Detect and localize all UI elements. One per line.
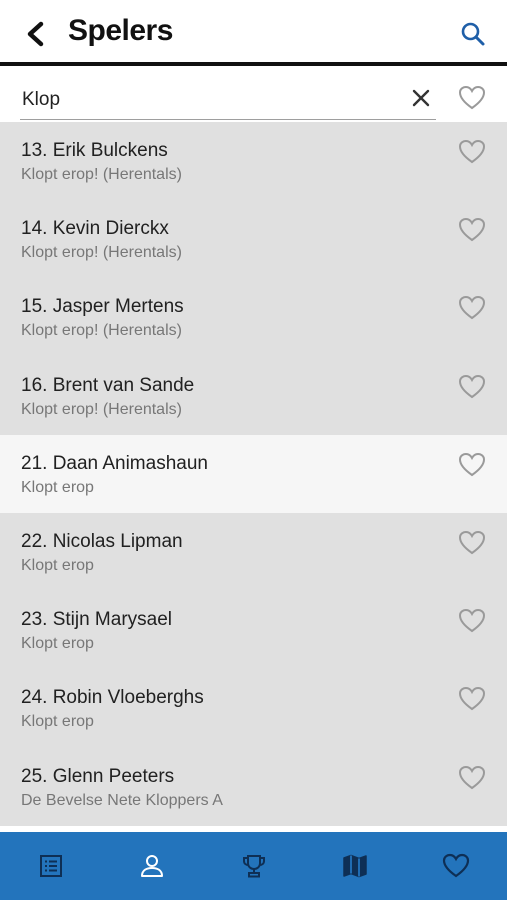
favorite-toggle-button[interactable] <box>456 762 488 794</box>
player-team: Klopt erop! (Herentals) <box>21 166 182 183</box>
player-team: De Bevelse Nete Kloppers A <box>21 791 223 809</box>
player-row[interactable]: 25. Glenn Peeters De Bevelse Nete Kloppe… <box>0 747 507 826</box>
map-icon <box>343 854 367 878</box>
player-name: 24. Robin Vloeberghs <box>21 687 204 709</box>
favorite-toggle-button[interactable] <box>456 527 488 559</box>
app-header: Spelers <box>0 0 507 66</box>
heart-outline-icon <box>458 218 486 242</box>
player-team: Klopt erop! (Herentals) <box>21 400 182 418</box>
player-row[interactable]: 13. Erik Bulckens Klopt erop! (Herentals… <box>0 122 507 201</box>
heart-outline-icon <box>458 296 486 320</box>
player-name: 25. Glenn Peeters <box>21 765 175 787</box>
nav-tab-favorites[interactable] <box>406 832 507 900</box>
heart-outline-icon <box>458 452 486 476</box>
back-button[interactable] <box>18 16 52 52</box>
heart-outline-icon <box>458 85 486 110</box>
favorite-toggle-button[interactable] <box>456 683 488 715</box>
favorite-toggle-button[interactable] <box>456 371 488 403</box>
player-name: 16. Brent van Sande <box>21 374 195 396</box>
heart-outline-icon <box>458 609 486 633</box>
nav-tab-players[interactable] <box>101 832 202 900</box>
player-name: 14. Kevin Dierckx <box>21 218 169 240</box>
player-list: 13. Erik Bulckens Klopt erop! (Herentals… <box>0 122 507 832</box>
person-icon <box>141 855 164 877</box>
favorite-toggle-button[interactable] <box>456 214 488 246</box>
search-icon <box>461 22 485 46</box>
player-team: Klopt erop <box>21 713 94 731</box>
player-row[interactable]: 14. Kevin Dierckx Klopt erop! (Herentals… <box>0 200 507 279</box>
page-title: Spelers <box>68 14 173 47</box>
player-name: 22. Nicolas Lipman <box>21 530 183 552</box>
player-name: 13. Erik Bulckens <box>21 140 168 161</box>
player-row[interactable]: 15. Jasper Mertens Klopt erop! (Herental… <box>0 278 507 357</box>
favorites-filter-button[interactable] <box>454 80 490 116</box>
heart-outline-icon <box>458 139 486 164</box>
search-button[interactable] <box>457 18 489 50</box>
heart-outline-icon <box>458 765 486 789</box>
favorite-toggle-button[interactable] <box>456 292 488 324</box>
list-icon <box>39 855 62 877</box>
heart-outline-icon <box>458 374 486 398</box>
favorite-toggle-button[interactable] <box>456 136 488 168</box>
close-icon <box>412 89 430 107</box>
trophy-icon <box>242 855 265 878</box>
nav-tab-map[interactable] <box>304 832 405 900</box>
nav-tab-schedule[interactable] <box>0 832 101 900</box>
nav-tab-rankings[interactable] <box>203 832 304 900</box>
player-row[interactable]: 22. Nicolas Lipman Klopt erop <box>0 512 507 592</box>
search-input[interactable] <box>20 80 436 120</box>
favorite-toggle-button[interactable] <box>456 605 488 637</box>
player-name: 15. Jasper Mertens <box>21 296 184 318</box>
heart-outline-icon <box>458 687 486 711</box>
search-bar <box>0 70 507 122</box>
favorite-toggle-button[interactable] <box>456 449 488 481</box>
bottom-navigation <box>0 832 507 900</box>
player-team: Klopt erop <box>21 478 94 496</box>
player-team: Klopt erop! (Herentals) <box>21 322 182 340</box>
player-name: 23. Stijn Marysael <box>21 609 173 631</box>
chevron-left-icon <box>27 21 44 47</box>
player-name: 21. Daan Animashaun <box>21 452 208 474</box>
player-row[interactable]: 23. Stijn Marysael Klopt erop <box>0 591 507 670</box>
clear-search-button[interactable] <box>405 82 437 114</box>
player-team: Klopt erop <box>21 635 94 653</box>
player-row[interactable]: 21. Daan Animashaun Klopt erop <box>0 434 507 513</box>
player-row[interactable]: 24. Robin Vloeberghs Klopt erop <box>0 669 507 748</box>
player-team: Klopt erop! (Herentals) <box>21 244 182 262</box>
heart-icon <box>443 853 470 878</box>
heart-outline-icon <box>458 530 486 555</box>
player-row[interactable]: 16. Brent van Sande Klopt erop! (Herenta… <box>0 356 507 435</box>
player-team: Klopt erop <box>21 556 94 574</box>
